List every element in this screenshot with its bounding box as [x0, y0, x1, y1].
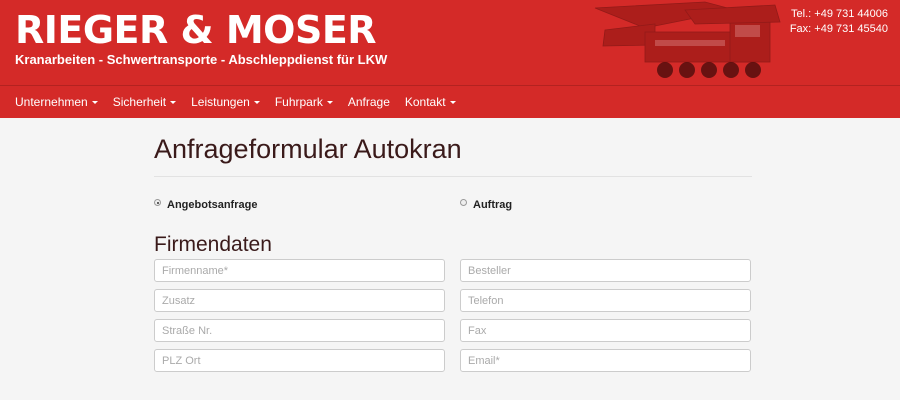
nav-item-kontakt[interactable]: Kontakt [405, 95, 456, 109]
caret-down-icon [170, 100, 177, 104]
besteller-input[interactable] [460, 259, 751, 282]
caret-down-icon [326, 100, 333, 104]
caret-down-icon [449, 100, 456, 104]
phone-number[interactable]: Tel.: +49 731 44006 [790, 7, 888, 22]
caret-down-icon [91, 100, 98, 104]
contact-info: Tel.: +49 731 44006 Fax: +49 731 45540 [790, 7, 888, 37]
email-input[interactable] [460, 349, 751, 372]
nav-item-unternehmen[interactable]: Unternehmen [15, 95, 98, 109]
fax-input[interactable] [460, 319, 751, 342]
nav-item-sicherheit[interactable]: Sicherheit [113, 95, 177, 109]
plz-ort-input[interactable] [154, 349, 445, 372]
firmendaten-form [154, 259, 752, 372]
section-title-firmendaten: Firmendaten [154, 233, 272, 256]
page-title: Anfrageformular Autokran [154, 134, 462, 164]
strasse-input[interactable] [154, 319, 445, 342]
site-header: RIEGER & MOSER Kranarbeiten - Schwertran… [0, 0, 900, 85]
fax-number: Fax: +49 731 45540 [789, 23, 888, 35]
crane-truck-image [585, 0, 785, 85]
logo-title[interactable]: RIEGER & MOSER [15, 10, 377, 50]
main-navigation: Unternehmen Sicherheit Leistungen Fuhrpa… [0, 85, 900, 118]
nav-item-leistungen[interactable]: Leistungen [191, 95, 260, 109]
caret-down-icon [253, 100, 260, 104]
zusatz-input[interactable] [154, 289, 445, 312]
logo-tagline: Kranarbeiten - Schwertransporte - Abschl… [15, 52, 388, 67]
radio-angebotsanfrage[interactable]: Angebotsanfrage [154, 199, 257, 211]
request-type-group: Angebotsanfrage Auftrag [154, 177, 752, 227]
nav-item-fuhrpark[interactable]: Fuhrpark [275, 95, 333, 109]
radio-selected-icon[interactable] [154, 199, 161, 206]
radio-auftrag[interactable]: Auftrag [460, 199, 512, 211]
telefon-input[interactable] [460, 289, 751, 312]
main-content: Anfrageformular Autokran Angebotsanfrage… [154, 118, 752, 372]
nav-item-anfrage[interactable]: Anfrage [348, 95, 390, 109]
radio-unselected-icon[interactable] [460, 199, 467, 206]
firmenname-input[interactable] [154, 259, 445, 282]
